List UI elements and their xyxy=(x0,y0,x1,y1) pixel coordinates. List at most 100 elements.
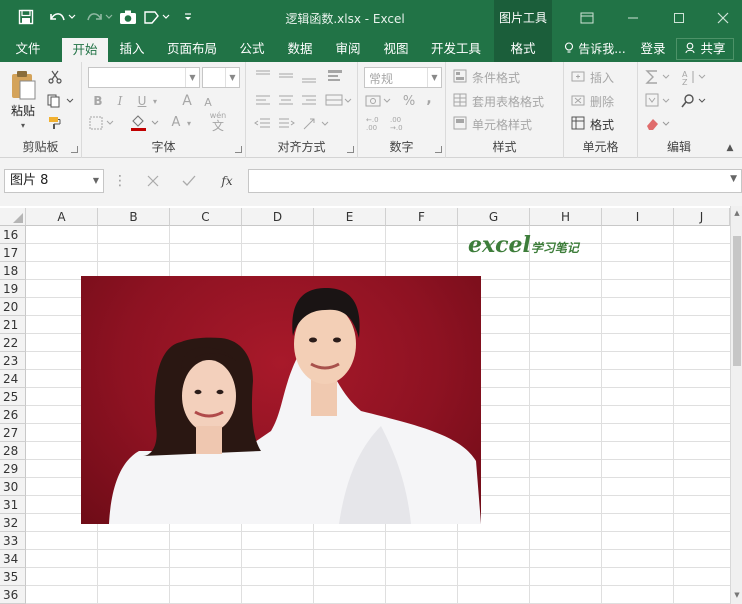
accounting-format-icon[interactable] xyxy=(364,92,394,110)
row-header[interactable]: 22 xyxy=(0,334,26,352)
row-header[interactable]: 27 xyxy=(0,424,26,442)
paste-dropdown-icon[interactable]: ▾ xyxy=(18,120,28,130)
maximize-icon[interactable] xyxy=(656,0,702,36)
row-header[interactable]: 21 xyxy=(0,316,26,334)
tab-data[interactable]: 数据 xyxy=(278,36,322,62)
font-launcher-icon[interactable] xyxy=(235,146,242,153)
insert-function-button[interactable]: fx xyxy=(214,169,240,193)
shrink-font-button[interactable]: A xyxy=(200,94,216,110)
column-header-b[interactable]: B xyxy=(98,208,170,226)
horizontal-align-icons[interactable] xyxy=(252,90,352,112)
customize-qat-icon[interactable] xyxy=(178,6,198,28)
touch-mode-icon[interactable] xyxy=(142,6,172,28)
tab-home[interactable]: 开始 xyxy=(62,38,108,62)
insert-cells-label[interactable]: 插入 xyxy=(590,69,614,86)
row-header[interactable]: 24 xyxy=(0,370,26,388)
clear-icon[interactable] xyxy=(644,114,674,134)
tab-review[interactable]: 审阅 xyxy=(326,36,370,62)
cancel-icon[interactable] xyxy=(142,169,164,193)
decimal-icons[interactable]: ←.0.00.00 →.0 xyxy=(364,114,414,132)
redo-icon[interactable] xyxy=(82,6,116,28)
row-header[interactable]: 29 xyxy=(0,460,26,478)
tab-file[interactable]: 文件 xyxy=(2,36,54,62)
select-all-corner[interactable] xyxy=(0,208,26,226)
underline-dropdown-icon[interactable]: ▾ xyxy=(150,92,160,110)
fill-icon[interactable] xyxy=(644,91,674,111)
share-button[interactable]: 共享 xyxy=(676,38,734,60)
name-box-dropdown-icon[interactable]: ▼ xyxy=(93,170,99,192)
undo-icon[interactable] xyxy=(44,6,80,28)
column-header-d[interactable]: D xyxy=(242,208,314,226)
font-color-dropdown-icon[interactable]: ▾ xyxy=(184,114,194,132)
delete-cells-label[interactable]: 删除 xyxy=(590,93,614,110)
column-header-f[interactable]: F xyxy=(386,208,458,226)
column-header-i[interactable]: I xyxy=(602,208,674,226)
number-format-combo[interactable]: 常规 ▼ xyxy=(364,67,442,88)
font-size-combo[interactable]: ▼ xyxy=(202,67,240,88)
insert-cells-icon[interactable] xyxy=(570,68,586,84)
indent-orientation-icons[interactable] xyxy=(252,114,352,134)
camera-icon[interactable] xyxy=(117,6,139,28)
autosum-icon[interactable] xyxy=(644,67,674,87)
scroll-down-icon[interactable]: ▼ xyxy=(731,590,742,600)
format-cells-icon[interactable] xyxy=(570,115,586,131)
save-icon[interactable] xyxy=(14,6,38,28)
phonetic-guide-button[interactable]: wén 文 xyxy=(206,110,230,134)
row-header[interactable]: 35 xyxy=(0,568,26,586)
name-box[interactable]: 图片 8 ▼ xyxy=(4,169,104,193)
column-header-c[interactable]: C xyxy=(170,208,242,226)
sort-filter-icon[interactable]: AZ xyxy=(680,67,710,87)
column-header-a[interactable]: A xyxy=(26,208,98,226)
row-header[interactable]: 36 xyxy=(0,586,26,604)
tab-formulas[interactable]: 公式 xyxy=(230,36,274,62)
row-header[interactable]: 16 xyxy=(0,226,26,244)
clipboard-launcher-icon[interactable] xyxy=(71,146,78,153)
cell-styles-icon[interactable] xyxy=(452,115,468,131)
format-painter-icon[interactable] xyxy=(46,114,64,132)
tab-page-layout[interactable]: 页面布局 xyxy=(160,36,224,62)
copy-icon[interactable] xyxy=(46,92,76,110)
enter-icon[interactable] xyxy=(178,169,200,193)
login-button[interactable]: 登录 xyxy=(634,36,672,62)
bold-button[interactable]: B xyxy=(90,92,106,110)
comma-style-button[interactable]: , xyxy=(422,90,436,108)
percent-button[interactable]: % xyxy=(400,92,418,110)
row-header[interactable]: 20 xyxy=(0,298,26,316)
column-header-h[interactable]: H xyxy=(530,208,602,226)
row-header[interactable]: 34 xyxy=(0,550,26,568)
row-header[interactable]: 17 xyxy=(0,244,26,262)
tab-developer[interactable]: 开发工具 xyxy=(424,36,488,62)
italic-button[interactable]: I xyxy=(112,92,128,110)
tab-view[interactable]: 视图 xyxy=(374,36,418,62)
vertical-align-icons[interactable] xyxy=(252,66,352,88)
row-header[interactable]: 18 xyxy=(0,262,26,280)
tab-insert[interactable]: 插入 xyxy=(110,36,154,62)
borders-icon[interactable] xyxy=(88,114,116,132)
fill-color-icon[interactable] xyxy=(130,114,160,132)
scroll-thumb[interactable] xyxy=(733,236,741,366)
conditional-format-icon[interactable] xyxy=(452,68,468,84)
tab-format[interactable]: 格式 xyxy=(494,36,552,62)
row-header[interactable]: 28 xyxy=(0,442,26,460)
format-as-table-icon[interactable] xyxy=(452,92,468,108)
formula-input[interactable]: ▼ xyxy=(248,169,742,193)
column-header-g[interactable]: G xyxy=(458,208,530,226)
minimize-icon[interactable] xyxy=(610,0,656,36)
alignment-launcher-icon[interactable] xyxy=(347,146,354,153)
row-header[interactable]: 25 xyxy=(0,388,26,406)
row-header[interactable]: 26 xyxy=(0,406,26,424)
scroll-up-icon[interactable]: ▲ xyxy=(731,208,742,218)
column-header-e[interactable]: E xyxy=(314,208,386,226)
delete-cells-icon[interactable] xyxy=(570,92,586,108)
row-header[interactable]: 19 xyxy=(0,280,26,298)
vertical-scrollbar[interactable]: ▲ ▼ xyxy=(730,206,742,604)
format-as-table-label[interactable]: 套用表格格式 xyxy=(472,93,544,110)
underline-button[interactable]: U xyxy=(134,92,150,110)
expand-formula-icon[interactable]: ▼ xyxy=(730,174,737,184)
number-launcher-icon[interactable] xyxy=(435,146,442,153)
row-header[interactable]: 33 xyxy=(0,532,26,550)
tell-me-search[interactable]: 告诉我... xyxy=(560,36,630,62)
cut-icon[interactable] xyxy=(46,68,64,86)
row-header[interactable]: 30 xyxy=(0,478,26,496)
format-cells-label[interactable]: 格式 xyxy=(590,116,614,133)
